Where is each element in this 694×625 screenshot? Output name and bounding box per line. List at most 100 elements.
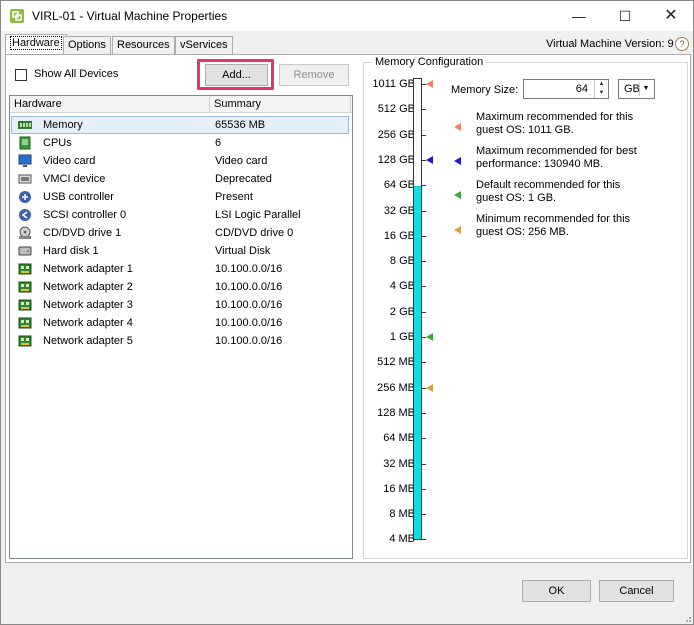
hardware-summary: 6 [215,137,222,149]
scale-tick-label: 512 MB [377,356,415,369]
table-row[interactable]: CD/DVD drive 1 CD/DVD drive 0 [10,224,352,242]
table-row[interactable]: Memory 65536 MB [10,116,352,134]
memory-slider-fill [414,186,421,539]
hardware-name: VMCI device [43,173,106,185]
memory-unit-select[interactable]: GB ▼ [618,79,655,99]
scale-tick-label: 512 GB [377,103,415,116]
hardware-summary: 10.100.0.0/16 [215,317,283,329]
title-bar: VIRL-01 - Virtual Machine Properties — ☐… [1,1,693,31]
legend-line: performance: 130940 MB. [476,158,604,170]
table-row[interactable]: Network adapter 4 10.100.0.0/16 [10,314,352,332]
legend-line: guest OS: 256 MB. [476,226,569,238]
spin-up-icon[interactable]: ▲ [594,80,608,89]
hardware-name: CD/DVD drive 1 [43,227,122,239]
default-marker-icon [426,333,433,341]
scale-tick-label: 64 MB [383,432,415,445]
column-header-summary[interactable]: Summary [210,96,351,113]
legend-line: guest OS: 1011 GB. [476,124,574,136]
scale-tick [422,488,426,490]
scale-tick-label: 128 GB [377,153,415,166]
hardware-summary: 10.100.0.0/16 [215,335,283,347]
table-row[interactable]: CPUs 6 [10,134,352,152]
minimize-button[interactable]: — [564,5,594,27]
table-row[interactable]: SCSI controller 0 LSI Logic Parallel [10,206,352,224]
legend-default-recommended[interactable]: Default recommended for this guest OS: 1… [476,179,676,205]
memory-slider-track[interactable] [413,78,422,540]
table-row[interactable]: VMCI device Deprecated [10,170,352,188]
cpu-icon [19,136,31,150]
max-recommended-marker-icon [454,123,461,131]
close-button[interactable]: ✕ [656,5,686,27]
maximize-button[interactable]: ☐ [610,5,640,27]
vm-properties-window: VIRL-01 - Virtual Machine Properties — ☐… [0,0,694,625]
hardware-name: Network adapter 2 [43,281,133,293]
max-marker-icon [426,80,433,88]
table-row[interactable]: Video card Video card [10,152,352,170]
best-marker-icon [426,155,433,164]
hardware-name: Network adapter 1 [43,263,133,275]
hardware-name: Video card [43,155,96,167]
legend-min-recommended[interactable]: Minimum recommended for this guest OS: 2… [476,213,676,239]
tab-hardware[interactable]: Hardware [5,34,67,54]
hardware-name: USB controller [43,191,114,203]
cancel-button[interactable]: Cancel [599,580,674,602]
scale-tick [422,514,426,516]
show-all-devices-checkbox[interactable] [15,69,27,81]
tab-vservices[interactable]: vServices [175,36,233,54]
tab-resources[interactable]: Resources [112,36,175,54]
scale-tick-label: 8 MB [389,508,415,521]
scale-tick-label: 16 GB [383,229,415,242]
scale-tick [422,109,426,111]
hardware-name: Memory [43,119,83,131]
scale-tick [422,539,426,541]
scale-tick-label: 8 GB [389,255,415,268]
monitor-icon [18,154,32,167]
table-row[interactable]: Network adapter 3 10.100.0.0/16 [10,296,352,314]
hardware-summary: Video card [215,155,268,167]
hardware-name: Network adapter 5 [43,335,133,347]
spin-down-icon[interactable]: ▼ [594,89,608,98]
memory-size-value: 64 [575,83,588,95]
legend-best-performance[interactable]: Maximum recommended for best performance… [476,145,676,171]
resize-grip-icon[interactable] [682,613,692,623]
hardware-summary: CD/DVD drive 0 [215,227,294,239]
memory-size-input[interactable]: 64 ▲ ▼ [523,79,609,99]
network-adapter-icon [18,263,32,275]
ok-button[interactable]: OK [522,580,591,602]
remove-button[interactable]: Remove [279,64,349,86]
network-adapter-icon [18,281,32,293]
scsi-icon [19,209,31,221]
cd-dvd-icon [19,226,31,239]
scale-tick [422,235,426,237]
scale-tick-label: 4 GB [389,280,415,293]
legend-line: Maximum recommended for this [476,111,634,123]
table-row[interactable]: Hard disk 1 Virtual Disk [10,242,352,260]
hardware-summary: Virtual Disk [215,245,271,257]
tab-options[interactable]: Options [63,36,111,54]
legend-line: Default recommended for this [476,179,621,191]
table-row[interactable]: Network adapter 5 10.100.0.0/16 [10,332,352,350]
hardware-summary: 65536 MB [215,119,266,131]
table-row[interactable]: Network adapter 2 10.100.0.0/16 [10,278,352,296]
scale-tick [422,210,426,212]
legend-max-recommended[interactable]: Maximum recommended for this guest OS: 1… [476,111,676,137]
vmci-icon [18,174,32,184]
add-button[interactable]: Add... [205,64,268,86]
column-header-hardware[interactable]: Hardware [10,96,210,113]
default-recommended-marker-icon [454,191,461,199]
hardware-name: Network adapter 4 [43,317,133,329]
table-row[interactable]: USB controller Present [10,188,352,206]
network-adapter-icon [18,317,32,329]
help-icon[interactable]: ? [675,37,689,51]
hardware-summary: 10.100.0.0/16 [215,281,283,293]
show-all-devices-label: Show All Devices [34,68,119,80]
memory-configuration-title: Memory Configuration [372,56,487,68]
scale-tick-label: 1011 GB [372,78,415,90]
vm-version-label: Virtual Machine Version: 9 [546,38,674,50]
table-row[interactable]: Network adapter 1 10.100.0.0/16 [10,260,352,278]
scale-tick [422,311,426,313]
scale-tick [422,134,426,136]
hardware-summary: 10.100.0.0/16 [215,263,283,275]
scale-tick-label: 32 MB [383,457,415,470]
scale-tick [422,463,426,465]
